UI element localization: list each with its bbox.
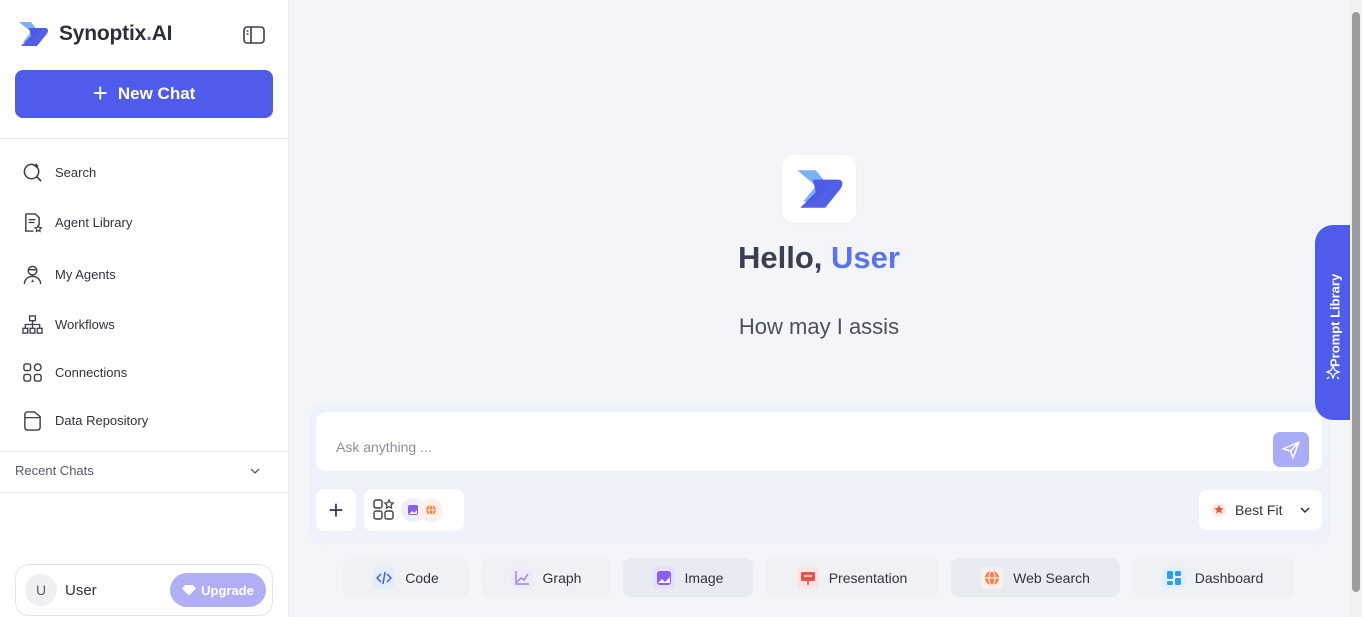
brand-name: Synoptix.AI xyxy=(59,22,173,45)
brand[interactable]: Synoptix.AI xyxy=(15,18,173,50)
send-button[interactable] xyxy=(1273,432,1309,467)
sidebar-item-connections[interactable]: Connections xyxy=(22,362,127,383)
add-attachment-button[interactable]: + xyxy=(316,489,356,531)
image-icon xyxy=(652,566,675,589)
agent-library-icon xyxy=(25,213,43,233)
chat-input-placeholder: Ask anything ... xyxy=(336,439,432,455)
scrollbar[interactable] xyxy=(1350,0,1362,617)
globe-icon xyxy=(981,566,1004,589)
chip-dashboard[interactable]: Dashboard xyxy=(1132,558,1294,597)
main-logo xyxy=(782,155,856,223)
new-chat-button[interactable]: + New Chat xyxy=(15,70,273,118)
chip-code[interactable]: Code xyxy=(343,558,469,597)
chip-image[interactable]: Image xyxy=(623,558,753,597)
avatar: U xyxy=(25,574,57,606)
apps-icon xyxy=(373,499,395,520)
divider xyxy=(0,138,289,139)
code-icon xyxy=(373,566,396,589)
send-icon xyxy=(1282,440,1300,459)
sidebar-item-search[interactable]: Search xyxy=(22,162,96,183)
sidebar-toggle-icon[interactable] xyxy=(242,25,266,45)
user-card[interactable]: U User Upgrade xyxy=(15,564,273,616)
chevron-down-icon xyxy=(250,468,260,474)
folder-icon xyxy=(24,411,41,431)
chat-composer: Ask anything ... + Best Fit xyxy=(309,404,1330,545)
web-search-tool-icon xyxy=(419,498,443,522)
synoptix-logo-icon xyxy=(797,170,843,208)
diamond-icon xyxy=(182,585,197,596)
user-name: User xyxy=(65,581,97,599)
sidebar-item-agent-library[interactable]: Agent Library xyxy=(22,212,132,233)
divider xyxy=(0,492,289,493)
subtitle: How may I assis xyxy=(738,314,900,339)
tools-button[interactable] xyxy=(364,489,464,531)
search-icon xyxy=(23,162,42,182)
divider xyxy=(0,451,289,452)
sidebar-item-data-repository[interactable]: Data Repository xyxy=(22,410,148,431)
prompt-library-label: Prompt Library xyxy=(1327,273,1343,367)
chip-graph[interactable]: Graph xyxy=(481,558,611,597)
upgrade-button[interactable]: Upgrade xyxy=(170,573,266,607)
model-selector[interactable]: Best Fit xyxy=(1199,490,1322,530)
scrollbar-thumb[interactable] xyxy=(1352,12,1360,592)
greeting: Hello, User xyxy=(738,240,900,275)
plus-icon: + xyxy=(328,494,344,525)
sparkle-icon xyxy=(1325,364,1341,380)
chat-input[interactable]: Ask anything ... xyxy=(316,412,1322,471)
connections-icon xyxy=(23,363,42,382)
chevron-down-icon xyxy=(1300,507,1310,513)
chip-presentation[interactable]: Presentation xyxy=(765,558,939,597)
sidebar: Synoptix.AI + New Chat Search Agent Libr… xyxy=(0,0,289,617)
best-fit-icon xyxy=(1212,503,1226,517)
dashboard-icon xyxy=(1162,566,1185,589)
recent-chats-toggle[interactable]: Recent Chats xyxy=(15,463,260,478)
synoptix-logo-icon xyxy=(19,22,48,46)
plus-icon: + xyxy=(92,78,108,108)
presentation-icon xyxy=(796,566,819,589)
graph-icon xyxy=(510,566,533,589)
prompt-library-tab[interactable]: Prompt Library xyxy=(1315,225,1350,420)
chip-web-search[interactable]: Web Search xyxy=(951,558,1120,597)
